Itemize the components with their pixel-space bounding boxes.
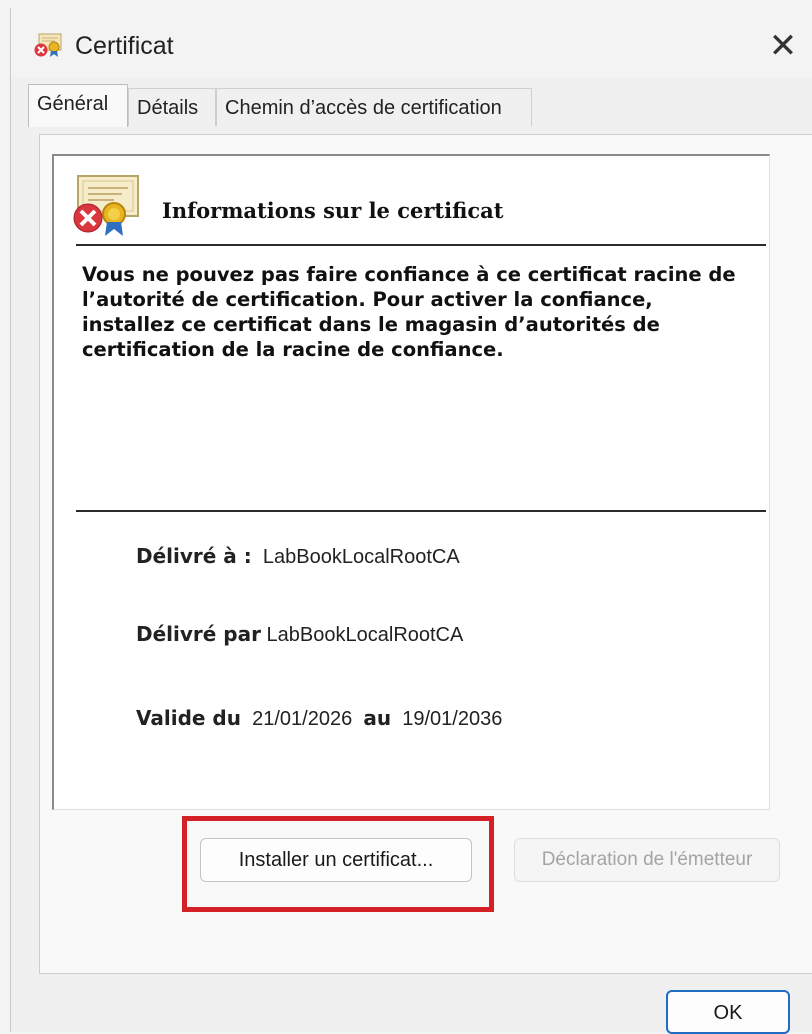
valid-from-value: 21/01/2026	[252, 708, 353, 730]
certificate-error-icon	[34, 33, 62, 57]
valid-to-value: 19/01/2036	[402, 708, 503, 730]
valid-to-label: au	[363, 706, 392, 730]
issued-by-row: Délivré par LabBookLocalRootCA	[136, 622, 463, 647]
tab-details[interactable]: Détails	[128, 88, 216, 126]
issuer-statement-button: Déclaration de l'émetteur	[514, 838, 780, 882]
title-bar: Certificat ✕	[11, 8, 812, 78]
highlight-box	[182, 816, 494, 912]
heading-divider	[76, 244, 766, 246]
tab-general[interactable]: Général	[28, 84, 128, 127]
certificate-error-icon	[73, 175, 139, 236]
issued-by-label: Délivré par	[136, 622, 261, 646]
issued-to-row: Délivré à : LabBookLocalRootCA	[136, 544, 460, 569]
close-button[interactable]: ✕	[753, 18, 812, 74]
issued-to-value: LabBookLocalRootCA	[262, 546, 460, 568]
valid-from-label: Valide du	[136, 706, 241, 730]
window-title: Certificat	[75, 32, 174, 60]
issued-by-value: LabBookLocalRootCA	[266, 624, 464, 646]
ok-button[interactable]: OK	[666, 990, 790, 1034]
validity-row: Valide du 21/01/2026 au 19/01/2036	[136, 706, 502, 731]
tab-certification-path[interactable]: Chemin d’accès de certification	[216, 88, 532, 126]
details-divider	[76, 510, 766, 512]
issued-to-label: Délivré à :	[136, 544, 252, 568]
info-heading: Informations sur le certificat	[162, 198, 504, 223]
trust-warning-text: Vous ne pouvez pas faire confiance à ce …	[82, 263, 736, 361]
